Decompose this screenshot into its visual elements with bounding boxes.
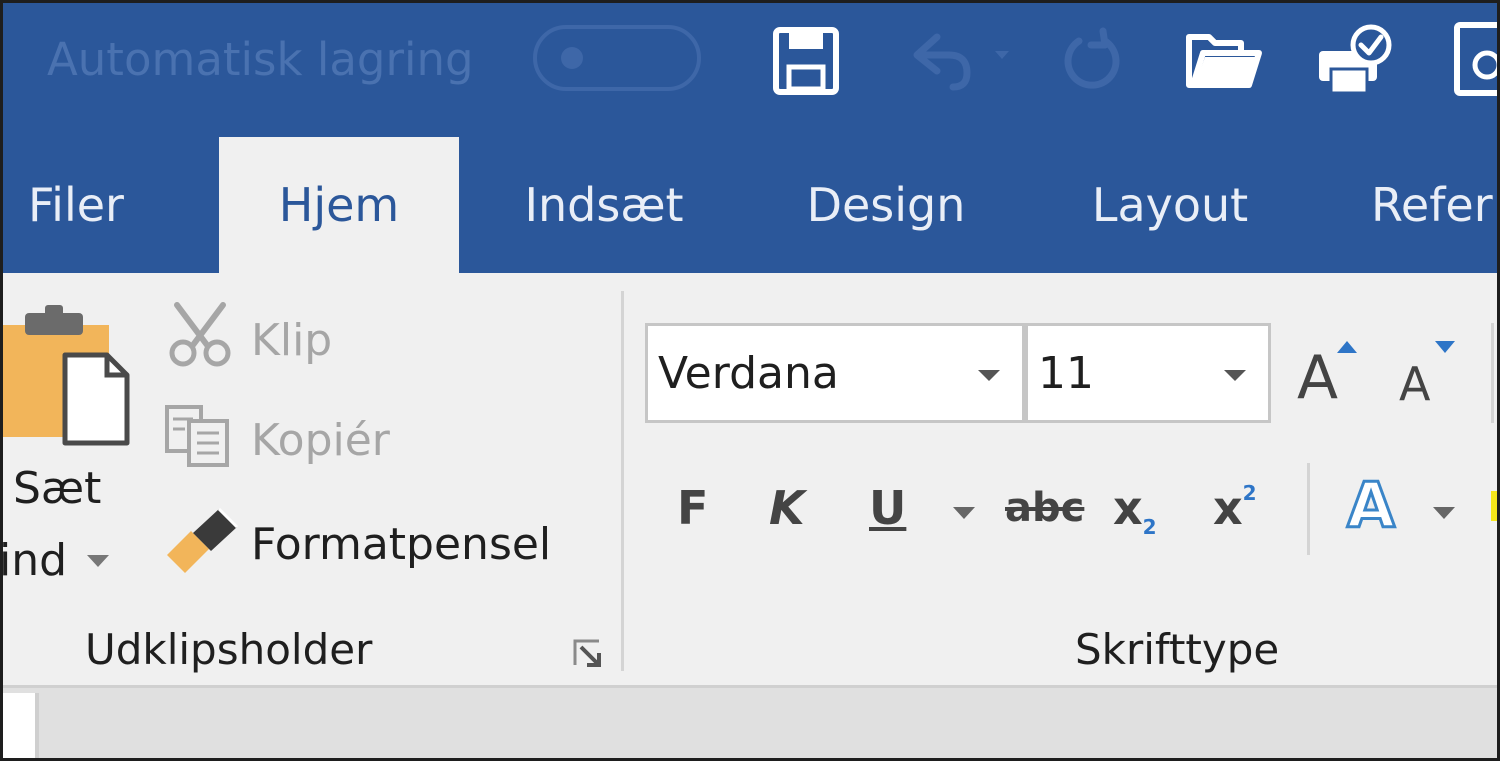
- underline-button[interactable]: U: [869, 481, 906, 535]
- format-separator: [1307, 463, 1310, 555]
- underline-dropdown-icon[interactable]: [953, 507, 975, 521]
- paste-label-line2[interactable]: ind: [3, 535, 67, 586]
- grow-arrow-icon: [1337, 341, 1357, 353]
- chevron-down-icon[interactable]: [978, 370, 1000, 381]
- font-group-label: Skrifttype: [1075, 625, 1280, 674]
- bold-button[interactable]: F: [677, 481, 708, 535]
- font-size-value: 11: [1038, 348, 1094, 399]
- subscript-button[interactable]: x2: [1113, 481, 1157, 539]
- tab-indsaet[interactable]: Indsæt: [501, 137, 707, 273]
- dialog-launcher-icon[interactable]: [571, 637, 605, 671]
- font-size-combo[interactable]: 11: [1025, 323, 1271, 423]
- text-effects-letter: A: [1346, 468, 1397, 544]
- font-separator: [1491, 323, 1494, 423]
- font-name-value: Verdana: [658, 348, 839, 399]
- clipboard-group-label: Udklipsholder: [85, 625, 373, 674]
- text-effects-dropdown-icon[interactable]: [1433, 507, 1455, 521]
- superscript-mark: 2: [1242, 481, 1257, 505]
- autosave-toggle[interactable]: [533, 25, 701, 91]
- shrink-font-button[interactable]: A: [1399, 357, 1430, 411]
- italic-button[interactable]: K: [769, 481, 805, 535]
- paste-label-line1[interactable]: Sæt: [13, 463, 101, 514]
- shrink-arrow-icon: [1435, 341, 1455, 353]
- chevron-down-icon[interactable]: [1224, 370, 1246, 381]
- toggle-knob: [561, 47, 583, 69]
- copy-icon: [165, 405, 229, 467]
- subscript-base: x: [1113, 481, 1143, 535]
- strikethrough-button[interactable]: abc: [1005, 485, 1084, 531]
- shrink-font-letter: A: [1399, 357, 1431, 411]
- ribbon-tabs: Filer Hjem Indsæt Design Layout Refer: [3, 137, 1497, 273]
- undo-icon[interactable]: [901, 29, 1023, 91]
- word-window: Automatisk lagring Filer Hjem Indsæt Des…: [0, 0, 1500, 761]
- save-icon[interactable]: [773, 27, 839, 95]
- grow-font-button[interactable]: A: [1297, 343, 1338, 413]
- scissors-icon: [169, 302, 231, 367]
- redo-icon[interactable]: [1059, 27, 1125, 93]
- paste-dropdown-icon[interactable]: [87, 555, 109, 569]
- tab-layout[interactable]: Layout: [1069, 137, 1271, 273]
- text-effects-button[interactable]: A: [1346, 468, 1397, 544]
- format-painter-icon: [167, 507, 239, 573]
- superscript-base: x: [1213, 481, 1243, 535]
- copy-button[interactable]: Kopiér: [251, 415, 390, 466]
- grow-font-letter: A: [1297, 343, 1339, 413]
- page-icon[interactable]: [1453, 21, 1500, 97]
- superscript-button[interactable]: x2: [1213, 481, 1257, 535]
- paste-icon[interactable]: [3, 303, 133, 453]
- print-preview-icon[interactable]: [1315, 23, 1395, 97]
- tab-design[interactable]: Design: [787, 137, 985, 273]
- highlight-color-swatch[interactable]: [1491, 491, 1497, 521]
- tab-referencer[interactable]: Refer: [1371, 137, 1497, 273]
- document-area: [3, 685, 1497, 758]
- title-bar: Automatisk lagring: [3, 3, 1500, 137]
- cut-button[interactable]: Klip: [251, 315, 332, 366]
- autosave-label: Automatisk lagring: [47, 33, 474, 86]
- open-folder-icon[interactable]: [1183, 29, 1263, 91]
- ribbon-home: Sæt ind Klip Kopiér Formatpensel Udklips…: [3, 273, 1497, 685]
- tab-filer[interactable]: Filer: [3, 137, 149, 273]
- format-painter-button[interactable]: Formatpensel: [251, 519, 551, 570]
- ruler-stub: [3, 693, 39, 758]
- tab-hjem[interactable]: Hjem: [219, 137, 459, 273]
- subscript-mark: 2: [1142, 515, 1157, 539]
- group-separator: [621, 291, 624, 671]
- font-name-combo[interactable]: Verdana: [645, 323, 1025, 423]
